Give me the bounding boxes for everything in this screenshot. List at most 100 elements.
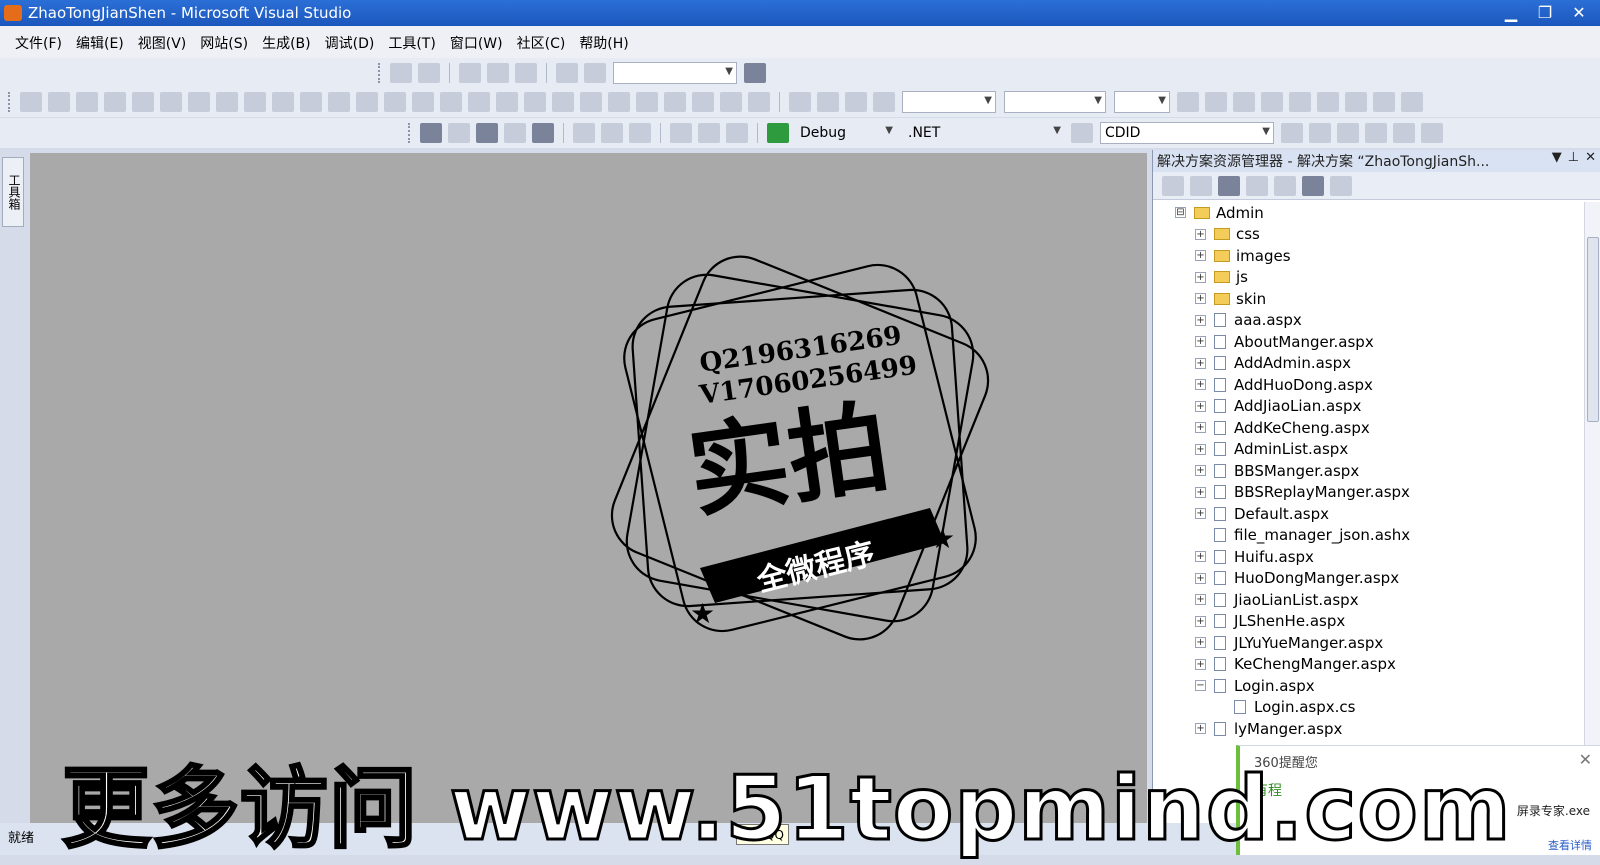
toolbox-tab[interactable]: 工具箱 <box>2 157 24 227</box>
tree-item[interactable]: file_manager_json.ashx <box>1153 525 1585 547</box>
expander-icon[interactable]: + <box>1195 228 1206 240</box>
tree-item[interactable]: + images <box>1153 245 1585 267</box>
outdent-icon[interactable] <box>418 63 440 83</box>
layout-icon[interactable] <box>104 92 126 112</box>
tools-icon[interactable] <box>1365 123 1387 143</box>
tree-item[interactable]: + JiaoLianList.aspx <box>1153 589 1585 611</box>
maximize-button[interactable]: ❐ <box>1530 2 1560 24</box>
platform-combo[interactable]: .NET ▼ <box>904 122 1064 144</box>
layout-icon[interactable] <box>636 92 658 112</box>
tree-item[interactable]: + HuoDongManger.aspx <box>1153 568 1585 590</box>
expander-icon[interactable]: + <box>1195 336 1206 348</box>
scrollbar-thumb[interactable] <box>1587 237 1599 422</box>
toolbar-grip[interactable] <box>408 123 411 143</box>
layout-icon[interactable] <box>664 92 686 112</box>
tree-item[interactable]: ⊟ Admin <box>1153 202 1585 224</box>
tree-item[interactable]: + Huifu.aspx <box>1153 546 1585 568</box>
view-designer-icon[interactable] <box>1274 175 1296 196</box>
expander-icon[interactable]: − <box>1195 680 1206 692</box>
expander-icon[interactable]: + <box>1195 314 1206 326</box>
list-icon[interactable] <box>584 63 606 83</box>
format-icon[interactable] <box>873 92 895 112</box>
toolbar-grip[interactable] <box>8 92 11 112</box>
expander-icon[interactable]: + <box>1195 658 1206 670</box>
expander-icon[interactable]: + <box>1195 723 1206 735</box>
expander-icon[interactable]: + <box>1195 400 1206 412</box>
layout-icon[interactable] <box>20 92 42 112</box>
redo-icon[interactable] <box>698 123 720 143</box>
save-icon[interactable] <box>504 123 526 143</box>
expander-icon[interactable]: + <box>1195 250 1206 262</box>
window-icon[interactable] <box>1421 123 1443 143</box>
menu-help[interactable]: 帮助(H) <box>572 33 635 53</box>
align-left-icon[interactable] <box>1261 92 1283 112</box>
expander-icon[interactable]: ⊟ <box>1175 207 1186 219</box>
layout-icon[interactable] <box>244 92 266 112</box>
paste-icon[interactable] <box>629 123 651 143</box>
asp-config-icon[interactable] <box>1330 175 1352 196</box>
tree-item[interactable]: + AddHuoDong.aspx <box>1153 374 1585 396</box>
tree-item[interactable]: + css <box>1153 224 1585 246</box>
spellcheck-icon[interactable] <box>744 63 766 83</box>
bold-icon[interactable] <box>1177 92 1199 112</box>
format-icon[interactable] <box>789 92 811 112</box>
new-project-icon[interactable] <box>420 123 442 143</box>
layout-icon[interactable] <box>300 92 322 112</box>
layout-icon[interactable] <box>272 92 294 112</box>
layout-icon[interactable] <box>216 92 238 112</box>
copy-icon[interactable] <box>601 123 623 143</box>
expander-icon[interactable]: + <box>1195 486 1206 498</box>
menu-debug[interactable]: 调试(D) <box>318 33 382 53</box>
expander-icon[interactable]: + <box>1195 465 1206 477</box>
view-code-icon[interactable] <box>1246 175 1268 196</box>
menu-edit[interactable]: 编辑(E) <box>69 33 131 53</box>
currency-icon[interactable] <box>1345 92 1367 112</box>
expander-icon[interactable]: + <box>1195 422 1206 434</box>
cut-icon[interactable] <box>573 123 595 143</box>
nest-files-icon[interactable] <box>1218 175 1240 196</box>
copy-website-icon[interactable] <box>1302 175 1324 196</box>
layout-icon[interactable] <box>692 92 714 112</box>
tree-item[interactable]: + AddKeCheng.aspx <box>1153 417 1585 439</box>
align-right-icon[interactable] <box>1317 92 1339 112</box>
start-page-icon[interactable] <box>1393 123 1415 143</box>
navigate-icon[interactable] <box>726 123 748 143</box>
close-button[interactable]: ✕ <box>1564 2 1594 24</box>
properties-icon[interactable] <box>1309 123 1331 143</box>
menu-build[interactable]: 生成(B) <box>255 33 318 53</box>
layout-icon[interactable] <box>328 92 350 112</box>
font-size-combo[interactable]: ▼ <box>1114 91 1170 113</box>
design-surface[interactable]: Q2196316269 V17060256499 实拍 全微程序 ★ ★ <box>30 153 1147 823</box>
align-icon[interactable] <box>487 63 509 83</box>
layout-icon[interactable] <box>468 92 490 112</box>
tree-item[interactable]: − Login.aspx <box>1153 675 1585 697</box>
layout-icon[interactable] <box>412 92 434 112</box>
tree-scrollbar[interactable] <box>1584 202 1600 802</box>
tree-item[interactable]: + KeChengManger.aspx <box>1153 654 1585 676</box>
expander-icon[interactable]: + <box>1195 293 1206 305</box>
layout-icon[interactable] <box>552 92 574 112</box>
align-icon[interactable] <box>459 63 481 83</box>
start-debug-icon[interactable] <box>767 123 789 143</box>
expander-icon[interactable]: + <box>1195 637 1206 649</box>
list-icon[interactable] <box>556 63 578 83</box>
layout-icon[interactable] <box>76 92 98 112</box>
find-combo[interactable]: CDID ▼ <box>1100 122 1274 144</box>
minimize-button[interactable]: ▁ <box>1496 2 1526 24</box>
comma-icon[interactable] <box>1373 92 1395 112</box>
expander-icon[interactable]: + <box>1195 508 1206 520</box>
menu-file[interactable]: 文件(F) <box>8 33 69 53</box>
tree-item[interactable]: + AboutManger.aspx <box>1153 331 1585 353</box>
tree-item[interactable]: + AddAdmin.aspx <box>1153 353 1585 375</box>
layout-icon[interactable] <box>580 92 602 112</box>
layout-icon[interactable] <box>160 92 182 112</box>
menu-view[interactable]: 视图(V) <box>131 33 194 53</box>
save-all-icon[interactable] <box>532 123 554 143</box>
tree-item[interactable]: + BBSReplayManger.aspx <box>1153 482 1585 504</box>
format-icon[interactable] <box>817 92 839 112</box>
layout-icon[interactable] <box>720 92 742 112</box>
expander-icon[interactable]: + <box>1195 357 1206 369</box>
notification-close-button[interactable]: ✕ <box>1579 750 1592 769</box>
expander-icon[interactable]: + <box>1195 271 1206 283</box>
tree-item[interactable]: + Default.aspx <box>1153 503 1585 525</box>
